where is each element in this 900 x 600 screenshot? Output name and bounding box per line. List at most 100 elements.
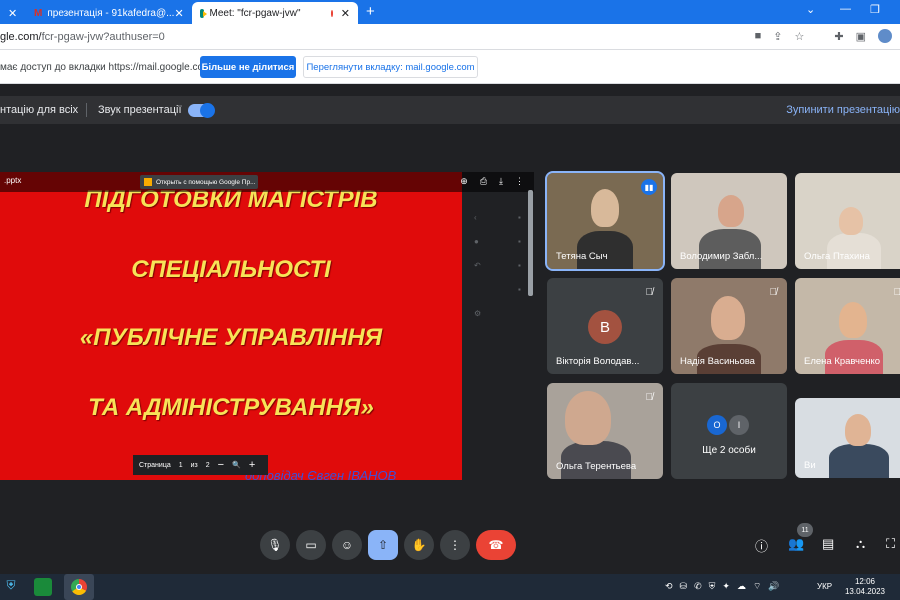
participant-tile[interactable]: 🎙̸ Елена Кравченко	[795, 278, 900, 374]
presenting-label: нтацію для всіх	[0, 104, 79, 116]
participant-video	[839, 207, 863, 235]
chat-icon[interactable]: ▤	[822, 536, 834, 552]
view-tab-button[interactable]: Переглянути вкладку: mail.google.com	[303, 56, 478, 78]
extensions-icon[interactable]: ✚	[834, 30, 843, 43]
tray-app-icon[interactable]: ✦	[722, 581, 730, 592]
tab-label: презентація - 91kafedra@...	[47, 7, 175, 19]
restore-icon[interactable]: ❐	[870, 3, 880, 16]
add-to-drive-icon[interactable]: ⊕	[460, 176, 468, 187]
close-tab-icon[interactable]: ✕	[174, 7, 183, 20]
camera-button[interactable]: ▭	[296, 530, 326, 560]
file-name: .pptx	[4, 176, 22, 185]
present-icon: ⇧	[377, 538, 389, 552]
tab-presentation[interactable]: M презентація - 91kafedra@... ✕	[26, 2, 188, 24]
participants-count-badge: 11	[797, 523, 813, 537]
sync-icon[interactable]: ⟲	[665, 581, 673, 592]
self-tile[interactable]: Ви	[795, 398, 900, 478]
participant-name: Тетяна Сыч	[556, 251, 608, 262]
download-icon[interactable]: ⤓	[499, 176, 503, 187]
participant-name: Надія Васиньова	[680, 356, 755, 367]
sharing-text: має доступ до вкладки https://mail.googl…	[0, 62, 212, 73]
slide-line: «ПУБЛІЧНЕ УПРАВЛІННЯ	[79, 324, 383, 351]
more-vert-icon: ⋮	[449, 538, 461, 552]
info-icon[interactable]: ⓘ	[755, 536, 768, 555]
participant-video	[561, 441, 631, 479]
share-icon[interactable]: ⇪	[773, 30, 782, 43]
new-tab-icon[interactable]: +	[366, 3, 375, 20]
others-tile[interactable]: О І Ще 2 особи	[671, 383, 787, 479]
more-vert-icon[interactable]: ⋮	[515, 176, 524, 187]
open-with-button[interactable]: Открыть с помощью Google Пр...	[140, 175, 258, 189]
participant-tile[interactable]: Ольга Птахина	[795, 173, 900, 269]
minimize-icon[interactable]: —	[840, 3, 851, 15]
url-text[interactable]: gle.com/fcr-pgaw-jvw?authuser=0	[0, 31, 165, 43]
participant-tile[interactable]: ▮▮ Тетяна Сыч	[545, 171, 665, 271]
zoom-icon[interactable]: 🔍	[232, 461, 241, 469]
viewer-sidebar: ‹ ● ↶ ⚙ ▪ ▪ ▪ ▪	[462, 192, 534, 480]
defender-tray-icon[interactable]: ⛨	[709, 581, 716, 592]
print-icon[interactable]: ⎙	[480, 176, 487, 187]
stop-sharing-button[interactable]: Більше не ділитися	[200, 56, 296, 78]
participant-tile[interactable]: 🎙̸ Надія Васиньова	[671, 278, 787, 374]
volume-icon[interactable]: 🔊	[768, 581, 779, 592]
chrome-icon[interactable]	[64, 574, 94, 600]
participant-tile[interactable]: 🎙̸ Ольга Терентьева	[547, 383, 663, 479]
sidepanel-icon[interactable]: ▣	[856, 30, 866, 43]
close-tab-icon[interactable]: ✕	[341, 7, 350, 20]
participant-name: Ольга Терентьева	[556, 461, 637, 472]
address-bar[interactable]: gle.com/fcr-pgaw-jvw?authuser=0 ■ ⇪ ☆ ✚ …	[0, 24, 900, 50]
presenting-bar: нтацію для всіх Звук презентації Зупинит…	[0, 96, 900, 124]
participant-video	[845, 414, 871, 446]
page-navigator: Страница 1 из 2 − 🔍 +	[133, 455, 268, 475]
presentation-audio-toggle[interactable]	[188, 103, 215, 118]
presentation-audio-label: Звук презентації	[98, 104, 182, 116]
leave-call-button[interactable]: ☎	[476, 530, 516, 560]
emoji-icon: ☺	[340, 538, 354, 552]
participant-tile[interactable]: Володимир Забл...	[671, 173, 787, 269]
zoom-in-button[interactable]: +	[249, 459, 255, 471]
defender-icon[interactable]: ⛨	[2, 578, 20, 596]
viewer-side-icons: ▪ ▪ ▪ ▪	[518, 213, 521, 294]
avatar: О	[707, 415, 727, 435]
participant-name: Вікторія Володав...	[556, 356, 640, 367]
camera-icon[interactable]: ■	[755, 30, 762, 42]
scrollbar[interactable]	[528, 190, 533, 296]
network-icon[interactable]: ⛁	[680, 581, 688, 592]
mic-button[interactable]: 🎙	[260, 530, 290, 560]
more-options-button[interactable]: ⋮	[440, 530, 470, 560]
present-button[interactable]: ⇧	[368, 530, 398, 560]
speaking-indicator-icon: ▮▮	[641, 179, 657, 195]
viewer-side-icons: ‹ ● ↶ ⚙	[474, 213, 482, 318]
clock[interactable]: 12:06 13.04.2023	[835, 577, 895, 597]
mic-icon: 🎙	[267, 538, 283, 552]
viber-icon[interactable]: ✆	[694, 581, 702, 592]
zoom-out-button[interactable]: −	[218, 459, 224, 471]
raise-hand-button[interactable]: ✋	[404, 530, 434, 560]
store-icon[interactable]	[34, 578, 52, 596]
taskbar: ⛨ ⟲ ⛁ ✆ ⛨ ✦ ☁ ⌔ 🔊 УКР 12:06 13.04.2023	[0, 574, 900, 600]
participant-tile[interactable]: В 🎙̸ Вікторія Володав...	[547, 278, 663, 374]
reactions-button[interactable]: ☺	[332, 530, 362, 560]
participant-name: Елена Кравченко	[804, 356, 881, 367]
participant-video	[591, 189, 619, 227]
language-indicator[interactable]: УКР	[817, 582, 832, 591]
profile-avatar[interactable]	[878, 29, 892, 43]
activities-icon[interactable]: ⛬	[856, 536, 865, 552]
people-icon[interactable]: 👥	[788, 536, 804, 552]
tab-partial[interactable]: ✕	[0, 2, 22, 24]
mic-off-icon: 🎙̸	[769, 287, 778, 298]
participant-name: Ольга Птахина	[804, 251, 870, 262]
lock-icon[interactable]: ⛶	[886, 536, 895, 552]
chevron-down-icon[interactable]: ⌄	[806, 3, 815, 16]
slides-icon	[144, 178, 152, 186]
stop-presenting-button[interactable]: Зупинити презентацію	[786, 104, 900, 116]
cloud-icon[interactable]: ☁	[737, 581, 746, 592]
close-tab-icon[interactable]: ✕	[8, 7, 17, 20]
star-icon[interactable]: ☆	[795, 30, 805, 43]
participant-video	[718, 195, 744, 227]
phone-hangup-icon: ☎	[488, 538, 504, 552]
wifi-icon[interactable]: ⌔	[753, 581, 761, 592]
mic-off-icon: 🎙̸	[893, 287, 900, 298]
tab-meet[interactable]: Meet: "fcr-pgaw-jvw" ✕	[192, 2, 358, 24]
system-tray: ⟲ ⛁ ✆ ⛨ ✦ ☁ ⌔ 🔊	[665, 581, 780, 592]
